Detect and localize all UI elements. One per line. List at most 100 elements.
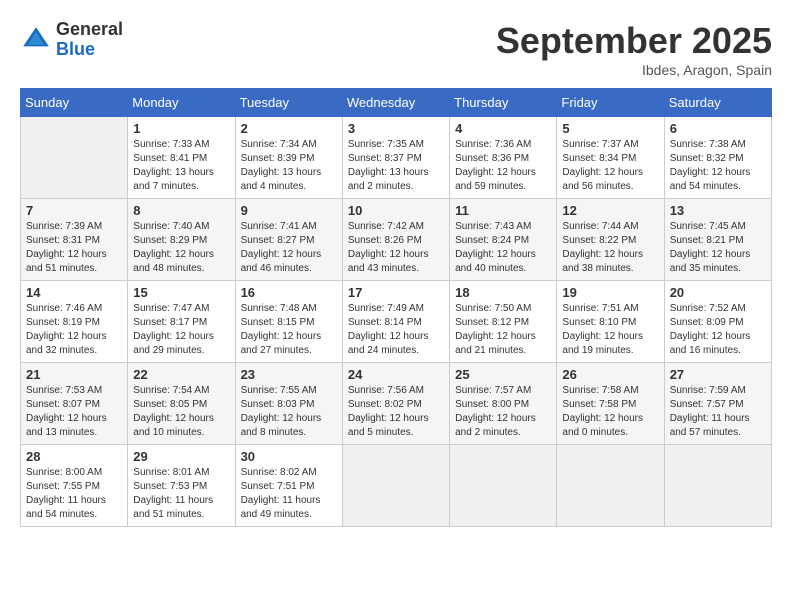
day-info: Sunrise: 7:45 AMSunset: 8:21 PMDaylight:… xyxy=(670,220,766,276)
day-info: Sunrise: 7:50 AMSunset: 8:12 PMDaylight:… xyxy=(455,302,551,358)
day-info: Sunrise: 7:38 AMSunset: 8:32 PMDaylight:… xyxy=(670,138,766,194)
day-number: 20 xyxy=(670,285,766,300)
calendar-cell: 4 Sunrise: 7:36 AMSunset: 8:36 PMDayligh… xyxy=(450,117,557,199)
calendar-cell: 7 Sunrise: 7:39 AMSunset: 8:31 PMDayligh… xyxy=(21,199,128,281)
calendar-week-4: 21 Sunrise: 7:53 AMSunset: 8:07 PMDaylig… xyxy=(21,363,772,445)
day-number: 5 xyxy=(562,121,658,136)
day-number: 19 xyxy=(562,285,658,300)
day-number: 16 xyxy=(241,285,337,300)
day-number: 26 xyxy=(562,367,658,382)
logo: General Blue xyxy=(20,20,123,60)
day-info: Sunrise: 8:00 AMSunset: 7:55 PMDaylight:… xyxy=(26,466,122,522)
day-info: Sunrise: 7:35 AMSunset: 8:37 PMDaylight:… xyxy=(348,138,444,194)
day-number: 2 xyxy=(241,121,337,136)
day-info: Sunrise: 7:39 AMSunset: 8:31 PMDaylight:… xyxy=(26,220,122,276)
day-number: 28 xyxy=(26,449,122,464)
calendar-cell: 15 Sunrise: 7:47 AMSunset: 8:17 PMDaylig… xyxy=(128,281,235,363)
calendar-cell xyxy=(664,445,771,527)
day-info: Sunrise: 7:40 AMSunset: 8:29 PMDaylight:… xyxy=(133,220,229,276)
day-number: 8 xyxy=(133,203,229,218)
day-number: 13 xyxy=(670,203,766,218)
day-number: 4 xyxy=(455,121,551,136)
day-number: 9 xyxy=(241,203,337,218)
calendar-cell: 20 Sunrise: 7:52 AMSunset: 8:09 PMDaylig… xyxy=(664,281,771,363)
calendar-cell: 23 Sunrise: 7:55 AMSunset: 8:03 PMDaylig… xyxy=(235,363,342,445)
day-number: 30 xyxy=(241,449,337,464)
calendar-week-5: 28 Sunrise: 8:00 AMSunset: 7:55 PMDaylig… xyxy=(21,445,772,527)
day-number: 29 xyxy=(133,449,229,464)
calendar-cell: 22 Sunrise: 7:54 AMSunset: 8:05 PMDaylig… xyxy=(128,363,235,445)
day-info: Sunrise: 7:52 AMSunset: 8:09 PMDaylight:… xyxy=(670,302,766,358)
day-number: 14 xyxy=(26,285,122,300)
logo-blue: Blue xyxy=(56,40,123,60)
day-info: Sunrise: 7:47 AMSunset: 8:17 PMDaylight:… xyxy=(133,302,229,358)
day-number: 10 xyxy=(348,203,444,218)
calendar-cell xyxy=(342,445,449,527)
calendar-cell: 17 Sunrise: 7:49 AMSunset: 8:14 PMDaylig… xyxy=(342,281,449,363)
weekday-header-sunday: Sunday xyxy=(21,89,128,117)
calendar-cell: 25 Sunrise: 7:57 AMSunset: 8:00 PMDaylig… xyxy=(450,363,557,445)
calendar-cell: 1 Sunrise: 7:33 AMSunset: 8:41 PMDayligh… xyxy=(128,117,235,199)
day-number: 25 xyxy=(455,367,551,382)
weekday-header-wednesday: Wednesday xyxy=(342,89,449,117)
calendar-cell: 11 Sunrise: 7:43 AMSunset: 8:24 PMDaylig… xyxy=(450,199,557,281)
calendar-week-3: 14 Sunrise: 7:46 AMSunset: 8:19 PMDaylig… xyxy=(21,281,772,363)
day-info: Sunrise: 7:49 AMSunset: 8:14 PMDaylight:… xyxy=(348,302,444,358)
day-info: Sunrise: 7:48 AMSunset: 8:15 PMDaylight:… xyxy=(241,302,337,358)
day-info: Sunrise: 7:41 AMSunset: 8:27 PMDaylight:… xyxy=(241,220,337,276)
weekday-header-monday: Monday xyxy=(128,89,235,117)
day-info: Sunrise: 7:55 AMSunset: 8:03 PMDaylight:… xyxy=(241,384,337,440)
calendar-cell: 24 Sunrise: 7:56 AMSunset: 8:02 PMDaylig… xyxy=(342,363,449,445)
location: Ibdes, Aragon, Spain xyxy=(496,62,772,78)
day-number: 1 xyxy=(133,121,229,136)
logo-icon xyxy=(20,24,52,56)
day-number: 18 xyxy=(455,285,551,300)
weekday-header-thursday: Thursday xyxy=(450,89,557,117)
calendar-cell: 6 Sunrise: 7:38 AMSunset: 8:32 PMDayligh… xyxy=(664,117,771,199)
day-info: Sunrise: 7:46 AMSunset: 8:19 PMDaylight:… xyxy=(26,302,122,358)
day-number: 22 xyxy=(133,367,229,382)
day-number: 23 xyxy=(241,367,337,382)
day-info: Sunrise: 7:42 AMSunset: 8:26 PMDaylight:… xyxy=(348,220,444,276)
calendar-cell xyxy=(21,117,128,199)
calendar-cell xyxy=(557,445,664,527)
day-info: Sunrise: 7:54 AMSunset: 8:05 PMDaylight:… xyxy=(133,384,229,440)
calendar-week-2: 7 Sunrise: 7:39 AMSunset: 8:31 PMDayligh… xyxy=(21,199,772,281)
day-info: Sunrise: 7:53 AMSunset: 8:07 PMDaylight:… xyxy=(26,384,122,440)
calendar-cell: 13 Sunrise: 7:45 AMSunset: 8:21 PMDaylig… xyxy=(664,199,771,281)
calendar-cell: 8 Sunrise: 7:40 AMSunset: 8:29 PMDayligh… xyxy=(128,199,235,281)
day-info: Sunrise: 7:56 AMSunset: 8:02 PMDaylight:… xyxy=(348,384,444,440)
weekday-header-tuesday: Tuesday xyxy=(235,89,342,117)
calendar-cell: 29 Sunrise: 8:01 AMSunset: 7:53 PMDaylig… xyxy=(128,445,235,527)
calendar-cell: 28 Sunrise: 8:00 AMSunset: 7:55 PMDaylig… xyxy=(21,445,128,527)
day-info: Sunrise: 7:34 AMSunset: 8:39 PMDaylight:… xyxy=(241,138,337,194)
day-number: 27 xyxy=(670,367,766,382)
day-info: Sunrise: 7:43 AMSunset: 8:24 PMDaylight:… xyxy=(455,220,551,276)
calendar-cell: 30 Sunrise: 8:02 AMSunset: 7:51 PMDaylig… xyxy=(235,445,342,527)
day-number: 6 xyxy=(670,121,766,136)
day-info: Sunrise: 7:59 AMSunset: 7:57 PMDaylight:… xyxy=(670,384,766,440)
logo-text: General Blue xyxy=(56,20,123,60)
weekday-header-friday: Friday xyxy=(557,89,664,117)
day-info: Sunrise: 7:37 AMSunset: 8:34 PMDaylight:… xyxy=(562,138,658,194)
title-section: September 2025 Ibdes, Aragon, Spain xyxy=(496,20,772,78)
weekday-header-row: SundayMondayTuesdayWednesdayThursdayFrid… xyxy=(21,89,772,117)
day-number: 15 xyxy=(133,285,229,300)
day-info: Sunrise: 7:44 AMSunset: 8:22 PMDaylight:… xyxy=(562,220,658,276)
day-number: 17 xyxy=(348,285,444,300)
day-info: Sunrise: 7:57 AMSunset: 8:00 PMDaylight:… xyxy=(455,384,551,440)
day-info: Sunrise: 7:33 AMSunset: 8:41 PMDaylight:… xyxy=(133,138,229,194)
calendar-cell: 27 Sunrise: 7:59 AMSunset: 7:57 PMDaylig… xyxy=(664,363,771,445)
day-info: Sunrise: 7:51 AMSunset: 8:10 PMDaylight:… xyxy=(562,302,658,358)
calendar-header: SundayMondayTuesdayWednesdayThursdayFrid… xyxy=(21,89,772,117)
day-number: 12 xyxy=(562,203,658,218)
calendar-cell: 5 Sunrise: 7:37 AMSunset: 8:34 PMDayligh… xyxy=(557,117,664,199)
calendar-cell: 10 Sunrise: 7:42 AMSunset: 8:26 PMDaylig… xyxy=(342,199,449,281)
calendar-cell: 19 Sunrise: 7:51 AMSunset: 8:10 PMDaylig… xyxy=(557,281,664,363)
calendar-cell: 14 Sunrise: 7:46 AMSunset: 8:19 PMDaylig… xyxy=(21,281,128,363)
calendar-cell: 16 Sunrise: 7:48 AMSunset: 8:15 PMDaylig… xyxy=(235,281,342,363)
calendar-cell: 26 Sunrise: 7:58 AMSunset: 7:58 PMDaylig… xyxy=(557,363,664,445)
day-number: 11 xyxy=(455,203,551,218)
day-info: Sunrise: 7:58 AMSunset: 7:58 PMDaylight:… xyxy=(562,384,658,440)
logo-general: General xyxy=(56,20,123,40)
